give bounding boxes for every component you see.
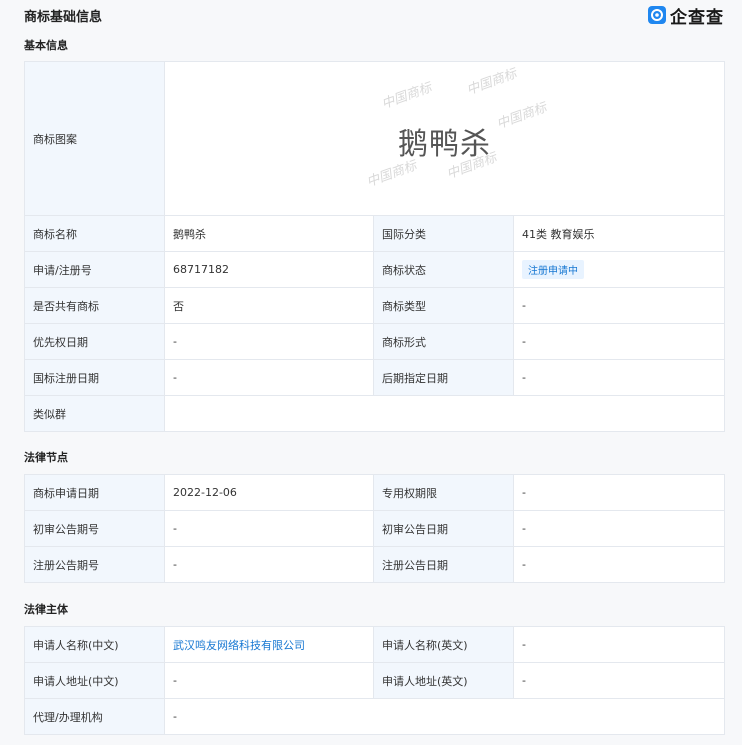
reg-notice-no-value: -: [164, 546, 374, 583]
applicant-cn-cell: 武汉鸣友网络科技有限公司: [164, 626, 374, 663]
reg-notice-no-label: 注册公告期号: [24, 546, 165, 583]
agent-value: -: [164, 698, 725, 735]
table-row: 申请人地址(中文) - 申请人地址(英文) -: [24, 662, 725, 699]
applicant-en-label: 申请人名称(英文): [373, 626, 514, 663]
reg-notice-date-label: 注册公告日期: [373, 546, 514, 583]
legal-subject-table: 申请人名称(中文) 武汉鸣友网络科技有限公司 申请人名称(英文) - 申请人地址…: [24, 626, 725, 735]
section-legal-title: 法律节点: [24, 451, 68, 464]
watermark: 中国商标: [379, 79, 434, 112]
name-value: 鹅鸭杀: [164, 215, 374, 252]
form-label: 商标形式: [373, 323, 514, 360]
prelim-no-value: -: [164, 510, 374, 547]
trademark-info-page: 商标基础信息 企查查 基本信息 商标图案 中国商标 中国商标 中国商标 中国商标…: [0, 0, 742, 745]
table-row: 是否共有商标 否 商标类型 -: [24, 287, 726, 324]
address-cn-label: 申请人地址(中文): [24, 662, 165, 699]
type-label: 商标类型: [373, 287, 514, 324]
address-en-label: 申请人地址(英文): [373, 662, 514, 699]
intl-class-label: 国际分类: [373, 215, 514, 252]
type-value: -: [512, 287, 726, 324]
logo-label: 商标图案: [24, 61, 165, 216]
reg-notice-date-value: -: [513, 546, 725, 583]
table-row: 申请人名称(中文) 武汉鸣友网络科技有限公司 申请人名称(英文) -: [24, 626, 725, 663]
table-row: 商标图案 中国商标 中国商标 中国商标 中国商标 中国商标 鹅鸭杀: [24, 61, 726, 216]
later-date-label: 后期指定日期: [373, 359, 514, 396]
status-cell: 注册申请中: [512, 251, 726, 288]
similar-group-label: 类似群: [24, 395, 165, 432]
priority-label: 优先权日期: [24, 323, 165, 360]
legal-node-table: 商标申请日期 2022-12-06 专用权期限 - 初审公告期号 - 初审公告日…: [24, 474, 725, 583]
status-badge: 注册申请中: [522, 260, 584, 279]
shared-label: 是否共有商标: [24, 287, 165, 324]
applicant-cn-label: 申请人名称(中文): [24, 626, 165, 663]
table-row: 商标申请日期 2022-12-06 专用权期限 -: [24, 474, 725, 511]
later-date-value: -: [512, 359, 726, 396]
prelim-no-label: 初审公告期号: [24, 510, 165, 547]
section-basic-title: 基本信息: [24, 39, 68, 52]
table-row: 申请/注册号 68717182 商标状态 注册申请中: [24, 251, 726, 288]
apply-date-label: 商标申请日期: [24, 474, 165, 511]
table-row: 国标注册日期 - 后期指定日期 -: [24, 359, 726, 396]
name-label: 商标名称: [24, 215, 165, 252]
agent-label: 代理/办理机构: [24, 698, 165, 735]
trademark-image: 鹅鸭杀: [398, 126, 491, 162]
intl-class-value: 41类 教育娱乐: [512, 215, 726, 252]
reg-no-value: 68717182: [164, 251, 374, 288]
section-subject-title: 法律主体: [24, 603, 68, 616]
brand-logo[interactable]: 企查查: [648, 4, 724, 28]
prelim-date-label: 初审公告日期: [373, 510, 514, 547]
similar-group-value: [163, 395, 726, 432]
table-row: 注册公告期号 - 注册公告日期 -: [24, 546, 725, 583]
table-row: 类似群: [24, 395, 726, 432]
header: 商标基础信息 企查查: [24, 4, 724, 28]
applicant-en-value: -: [513, 626, 725, 663]
reg-no-label: 申请/注册号: [24, 251, 165, 288]
brand-name: 企查查: [670, 7, 724, 28]
prelim-date-value: -: [513, 510, 725, 547]
priority-value: -: [164, 323, 374, 360]
status-label: 商标状态: [373, 251, 514, 288]
table-row: 商标名称 鹅鸭杀 国际分类 41类 教育娱乐: [24, 215, 726, 252]
exclusive-value: -: [513, 474, 725, 511]
intl-reg-date-value: -: [164, 359, 374, 396]
qichacha-logo-icon: [648, 6, 666, 24]
table-row: 初审公告期号 - 初审公告日期 -: [24, 510, 725, 547]
table-row: 优先权日期 - 商标形式 -: [24, 323, 726, 360]
form-value: -: [512, 323, 726, 360]
applicant-company-link[interactable]: 武汉鸣友网络科技有限公司: [173, 639, 305, 652]
exclusive-label: 专用权期限: [373, 474, 514, 511]
page-title: 商标基础信息: [24, 10, 103, 25]
table-row: 代理/办理机构 -: [24, 698, 725, 735]
basic-info-table: 商标图案 中国商标 中国商标 中国商标 中国商标 中国商标 鹅鸭杀 商标名称 鹅…: [24, 61, 726, 432]
address-cn-value: -: [164, 662, 374, 699]
watermark: 中国商标: [464, 65, 519, 98]
intl-reg-date-label: 国标注册日期: [24, 359, 165, 396]
apply-date-value: 2022-12-06: [164, 474, 374, 511]
logo-cell: 中国商标 中国商标 中国商标 中国商标 中国商标 鹅鸭杀: [163, 61, 726, 216]
address-en-value: -: [513, 662, 725, 699]
shared-value: 否: [164, 287, 374, 324]
